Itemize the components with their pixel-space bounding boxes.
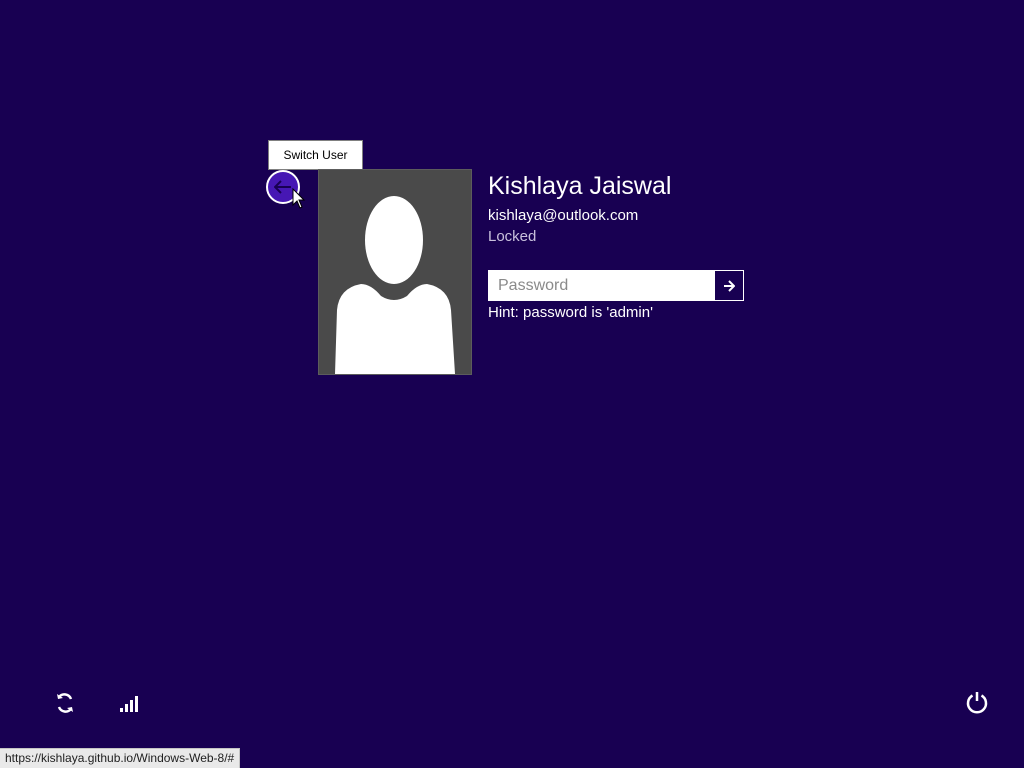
status-bar-url: https://kishlaya.github.io/Windows-Web-8… xyxy=(0,748,241,768)
network-button[interactable] xyxy=(115,690,141,716)
password-box xyxy=(488,270,744,301)
mouse-cursor-icon xyxy=(292,188,306,209)
account-status: Locked xyxy=(488,228,537,245)
arrow-right-icon xyxy=(724,279,735,292)
password-hint: Hint: password is 'admin' xyxy=(488,304,653,321)
network-signal-icon xyxy=(120,696,138,712)
user-silhouette-icon xyxy=(335,196,455,374)
switch-user-tooltip: Switch User xyxy=(268,140,363,170)
submit-button[interactable] xyxy=(715,271,743,300)
ease-of-access-icon xyxy=(57,693,73,713)
ease-of-access-button[interactable] xyxy=(52,690,78,716)
user-email: kishlaya@outlook.com xyxy=(488,207,639,224)
arrow-left-icon xyxy=(274,180,291,194)
user-name: Kishlaya Jaiswal xyxy=(488,172,672,200)
password-input[interactable] xyxy=(489,271,715,300)
power-icon xyxy=(966,692,988,714)
power-button[interactable] xyxy=(964,689,990,715)
user-avatar xyxy=(318,169,472,375)
